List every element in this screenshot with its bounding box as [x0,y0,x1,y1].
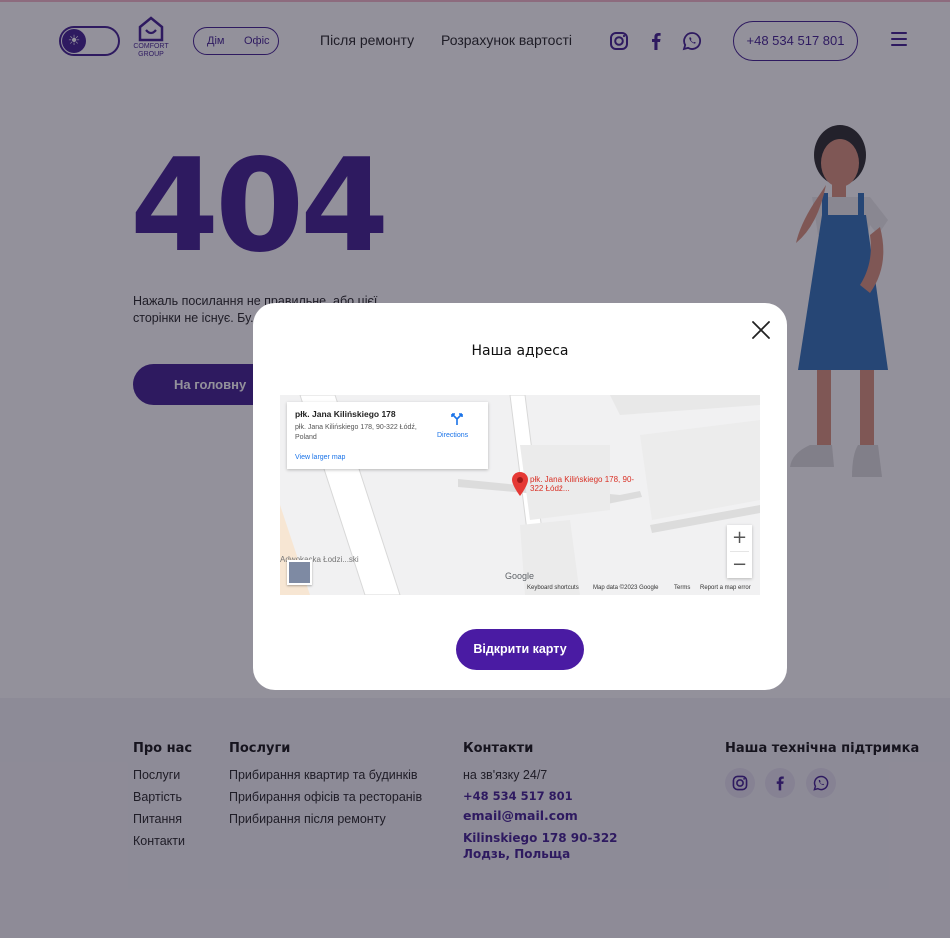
directions-icon[interactable] [450,412,464,426]
map-pin-label: płk. Jana Kilińskiego 178, 90-322 Łódź..… [530,475,635,493]
address-modal: Наша адреса płk. Jana Kilińskiego 178, 9… [253,303,787,690]
google-logo: Google [505,571,535,581]
map-place-address: płk. Jana Kilińskiego 178, 90-322 Łódź, … [295,424,417,441]
directions-link[interactable]: Directions [437,432,468,439]
map-place-card: płk. Jana Kilińskiego 178 płk. Jana Kili… [287,402,488,469]
map-report-error-link[interactable]: Report a map error [700,585,751,591]
modal-title: Наша адреса [471,343,569,359]
open-map-button[interactable]: Відкрити карту [456,629,584,670]
map-terms-link[interactable]: Terms [674,585,690,591]
map-zoom-control: + − [727,525,752,578]
zoom-in-button[interactable]: + [727,525,752,551]
location-pin-icon[interactable] [511,471,529,497]
close-icon[interactable] [750,319,772,341]
map-embed[interactable]: płk. Jana Kilińskiego 178, 90-322 Łódź..… [280,395,760,595]
map-keyboard-shortcuts[interactable]: Keyboard shortcuts [527,585,579,591]
street-view-thumbnail[interactable] [287,560,312,585]
map-place-title: płk. Jana Kilińskiego 178 [295,409,396,419]
zoom-out-button[interactable]: − [727,552,752,578]
view-larger-map-link[interactable]: View larger map [295,454,345,461]
map-data-credit: Map data ©2023 Google [593,585,659,591]
